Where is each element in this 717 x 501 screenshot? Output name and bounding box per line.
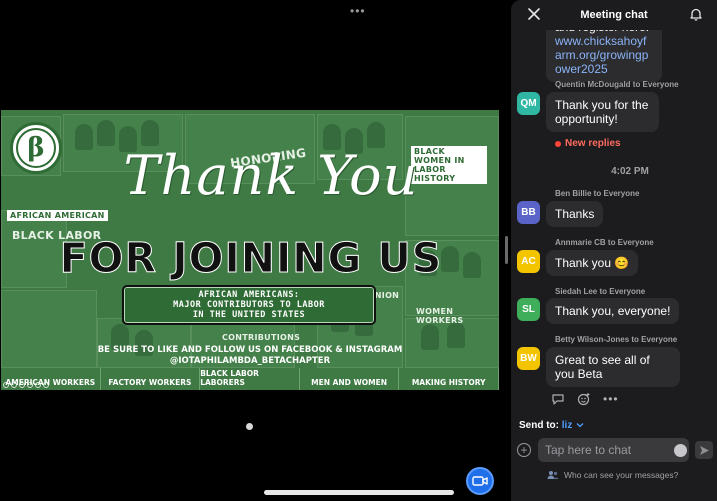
reply-icon[interactable] — [551, 392, 565, 406]
follow-line-1: BE SURE TO LIKE AND FOLLOW US ON FACEBOO… — [97, 345, 403, 355]
people-icon — [547, 471, 559, 479]
time-separator: 4:02 PM — [611, 166, 649, 177]
meeting-screen: ••• β AFRICAN AMERICAN BLACK LABOR HONOR… — [0, 0, 717, 501]
plus-icon: + — [520, 443, 528, 457]
chat-input[interactable] — [538, 438, 689, 462]
chat-message[interactable]: Thanks — [546, 201, 604, 227]
emoji-icon[interactable] — [674, 444, 687, 457]
add-reaction-icon[interactable] — [577, 392, 591, 406]
new-replies-link[interactable]: New replies — [555, 138, 621, 149]
strip-label: MEN AND WOMEN — [300, 368, 400, 390]
send-to-selector[interactable]: Send to: liz — [519, 420, 584, 431]
strip-label: FACTORY WORKERS — [101, 368, 201, 390]
new-replies-label: New replies — [565, 138, 621, 149]
who-can-see-link[interactable]: Who can see your messages? — [547, 470, 678, 480]
add-attachment-button[interactable]: + — [517, 443, 531, 457]
follow-handle: @IOTAPHILAMBDA_BETACHAPTER — [169, 356, 331, 366]
slide-thank-you-heading: Thank You — [123, 144, 419, 207]
message-sender: Betty Wilson-Jones to Everyone — [555, 335, 678, 344]
more-options-icon[interactable]: ••• — [350, 4, 366, 18]
message-link[interactable]: www.chicksahoyfarm.org/growingpower2025 — [555, 34, 653, 76]
subject-line-3: IN THE UNITED STATES — [192, 310, 306, 320]
tile-label-black-women: BLACK WOMEN IN LABOR HISTORY — [411, 146, 487, 184]
slide-bottom-strip: AMERICAN WORKERS FACTORY WORKERS BLACK L… — [1, 368, 499, 390]
message-sender: Siedah Lee to Everyone — [555, 287, 646, 296]
slide-follow-text: BE SURE TO LIKE AND FOLLOW US ON FACEBOO… — [91, 345, 409, 367]
tile-label-african-american: AFRICAN AMERICAN — [7, 210, 108, 221]
slide-mini-controls[interactable] — [3, 382, 61, 389]
strip-label: BLACK LABOR LABORERS — [200, 368, 300, 390]
avatar: BB — [517, 201, 540, 224]
subject-line-2: MAJOR CONTRIBUTORS TO LABOR — [173, 300, 325, 310]
chat-message[interactable]: Thank you for the opportunity! — [546, 92, 659, 132]
more-actions-icon[interactable]: ••• — [603, 392, 619, 406]
chat-message[interactable]: Thank you 😊 — [546, 250, 639, 276]
home-indicator[interactable] — [264, 490, 454, 495]
video-camera-button[interactable] — [466, 467, 494, 495]
slide-subject-box: AFRICAN AMERICANS: MAJOR CONTRIBUTORS TO… — [122, 285, 376, 325]
message-actions: ••• — [551, 392, 619, 406]
tile-label-contributions: CONTRIBUTIONS — [222, 333, 301, 342]
avatar: BW — [517, 347, 540, 370]
who-can-see-label: Who can see your messages? — [564, 470, 679, 480]
slide-joining-heading: FOR JOINING US — [59, 234, 443, 282]
sorority-logo: β — [10, 122, 62, 174]
tile-label-women-workers: WOMEN WORKERS — [416, 307, 464, 325]
avatar: AC — [517, 250, 540, 273]
page-indicator-dot[interactable] — [246, 423, 253, 430]
meeting-chat-panel: and register here: www.chicksahoyfarm.or… — [511, 0, 717, 501]
message-sender: Ben Billie to Everyone — [555, 189, 640, 198]
chat-message[interactable]: Thank you, everyone! — [546, 298, 680, 324]
avatar: QM — [517, 92, 540, 115]
subject-line-1: AFRICAN AMERICANS: — [198, 290, 300, 300]
strip-label: MAKING HISTORY — [399, 368, 499, 390]
chat-header: Meeting chat — [511, 0, 717, 30]
send-button[interactable] — [695, 441, 713, 459]
split-view-handle[interactable] — [505, 236, 508, 264]
chat-message-list[interactable]: and register here: www.chicksahoyfarm.or… — [511, 0, 717, 410]
chevron-down-icon — [576, 423, 584, 428]
message-sender: Quentin McDougald to Everyone — [555, 80, 679, 89]
unread-dot-icon — [555, 140, 561, 147]
send-icon — [699, 445, 709, 455]
shared-screen-area: ••• β AFRICAN AMERICAN BLACK LABOR HONOR… — [0, 0, 505, 501]
send-to-label: Send to: — [519, 420, 559, 431]
chat-message[interactable]: Great to see all of you Beta — [546, 347, 680, 387]
send-to-target[interactable]: liz — [562, 420, 573, 431]
chat-title: Meeting chat — [580, 9, 648, 21]
video-camera-icon — [472, 476, 488, 486]
avatar: SL — [517, 298, 540, 321]
shared-slide: β AFRICAN AMERICAN BLACK LABOR HONORING … — [1, 110, 499, 390]
bell-icon[interactable] — [689, 7, 703, 21]
message-sender: Annmarie CB to Everyone — [555, 238, 654, 247]
